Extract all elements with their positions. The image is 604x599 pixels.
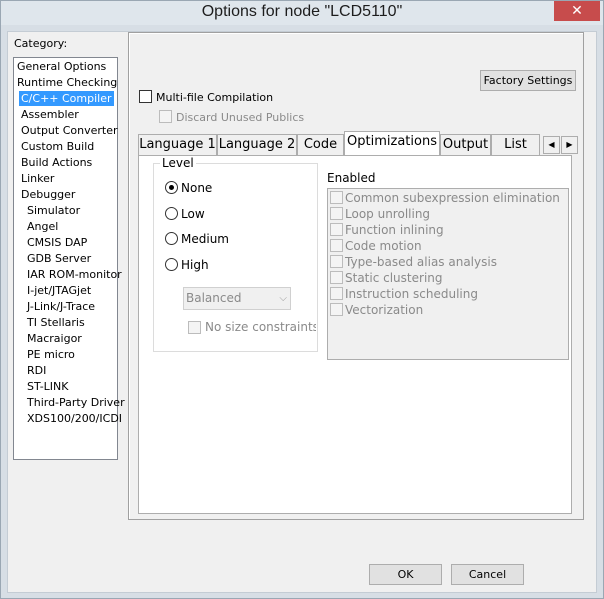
category-item[interactable]: Macraigor	[25, 331, 84, 346]
tab-scroll-right-button[interactable]: ▶	[561, 136, 578, 154]
transformation-label: Loop unrolling	[345, 207, 431, 221]
transformation-label: Instruction scheduling	[345, 287, 478, 301]
transformation-checkbox[interactable]	[330, 191, 343, 204]
tab-output[interactable]: Output	[440, 134, 491, 155]
tab-language-2[interactable]: Language 2	[217, 134, 297, 155]
no-size-constraints-checkbox[interactable]	[188, 321, 201, 334]
tab-optimizations[interactable]: Optimizations	[344, 131, 440, 155]
transformation-checkbox[interactable]	[330, 303, 343, 316]
category-item[interactable]: Debugger	[19, 187, 77, 202]
category-item[interactable]: CMSIS DAP	[25, 235, 89, 250]
optimizations-tab-content: Level None Low Medium High Balanced ⌵ No si…	[138, 155, 572, 514]
category-item[interactable]: Custom Build	[19, 139, 96, 154]
category-item[interactable]: General Options	[15, 59, 108, 74]
category-item[interactable]: Linker	[19, 171, 56, 186]
category-label: Category:	[14, 37, 68, 50]
level-radio-label: None	[181, 181, 213, 195]
transformation-label: Static clustering	[345, 271, 443, 285]
no-size-constraints-label: No size constraints	[205, 321, 316, 334]
category-item[interactable]: I-jet/JTAGjet	[25, 283, 93, 298]
tab-list[interactable]: List	[491, 134, 540, 155]
category-item[interactable]: XDS100/200/ICDI	[25, 411, 124, 426]
level-radio-high[interactable]	[165, 257, 178, 271]
level-group: Level None Low Medium High Balanced ⌵ No si…	[153, 156, 318, 352]
transformation-checkbox[interactable]	[330, 255, 343, 268]
tab-language-1[interactable]: Language 1	[138, 134, 217, 155]
transformation-label: Type-based alias analysis	[345, 255, 497, 269]
title-bar[interactable]: Options for node "LCD5110" ✕	[1, 1, 603, 25]
transformation-checkbox[interactable]	[330, 207, 343, 220]
multi-file-label: Multi-file Compilation	[156, 91, 274, 104]
category-list[interactable]: General Options Runtime Checking C/C++ Com…	[13, 57, 125, 460]
chevron-down-icon: ⌵	[279, 293, 287, 304]
category-item[interactable]: Assembler	[19, 107, 81, 122]
level-radio-medium[interactable]	[165, 232, 178, 245]
transformation-checkbox[interactable]	[330, 271, 343, 284]
category-item[interactable]: Build Actions	[19, 155, 94, 170]
category-item[interactable]: GDB Server	[25, 251, 93, 266]
category-item[interactable]: C/C++ Compiler	[19, 91, 114, 106]
factory-settings-button[interactable]: Factory Settings	[480, 70, 576, 91]
category-item[interactable]: Angel	[25, 219, 60, 234]
level-radio-label: Medium	[181, 232, 229, 246]
window-title: Options for node "LCD5110"	[201, 3, 403, 20]
optimization-strategy-select[interactable]: Balanced ⌵	[183, 287, 291, 310]
category-item[interactable]: J-Link/J-Trace	[25, 299, 97, 314]
strategy-value: Balanced	[186, 291, 242, 305]
transformation-checkbox[interactable]	[330, 287, 343, 300]
cancel-button[interactable]: Cancel	[451, 564, 524, 585]
enabled-title: Enabled	[327, 171, 376, 185]
transformation-label: Function inlining	[345, 223, 444, 237]
level-radio-low[interactable]	[165, 206, 178, 220]
options-dialog: Options for node "LCD5110" ✕ Category: G…	[0, 0, 604, 599]
enabled-transformations-list[interactable]: Common subexpression elimination Loop unr…	[327, 188, 569, 360]
transformation-label: Vectorization	[345, 303, 424, 317]
category-item[interactable]: RDI	[25, 363, 48, 378]
category-item[interactable]: TI Stellaris	[25, 315, 87, 330]
category-item[interactable]: IAR ROM-monitor	[25, 267, 124, 282]
discard-unused-checkbox[interactable]	[159, 110, 172, 123]
category-item[interactable]: Output Converter	[19, 123, 120, 138]
tab-code[interactable]: Code	[297, 134, 344, 155]
transformation-checkbox[interactable]	[330, 223, 343, 236]
transformation-label: Common subexpression elimination	[345, 191, 560, 205]
multi-file-checkbox[interactable]	[139, 90, 152, 103]
level-radio-label: Low	[181, 206, 205, 221]
category-item[interactable]: PE micro	[25, 347, 77, 362]
transformation-checkbox[interactable]	[330, 239, 343, 252]
transformation-label: Code motion	[345, 239, 422, 253]
category-item[interactable]: ST-LINK	[25, 379, 70, 394]
tab-scroll-left-button[interactable]: ◀	[543, 136, 560, 154]
ok-button[interactable]: OK	[369, 564, 442, 585]
level-group-title: Level	[160, 156, 196, 170]
category-item[interactable]: Third-Party Driver	[25, 395, 127, 410]
category-item[interactable]: Runtime Checking	[15, 75, 119, 90]
discard-unused-label: Discard Unused Publics	[176, 111, 305, 124]
close-button[interactable]: ✕	[554, 1, 600, 21]
options-panel: Factory Settings Multi-file Compilation …	[128, 32, 584, 520]
level-radio-label: High	[181, 257, 209, 272]
category-item[interactable]: Simulator	[25, 203, 82, 218]
level-radio-none[interactable]	[165, 181, 178, 194]
